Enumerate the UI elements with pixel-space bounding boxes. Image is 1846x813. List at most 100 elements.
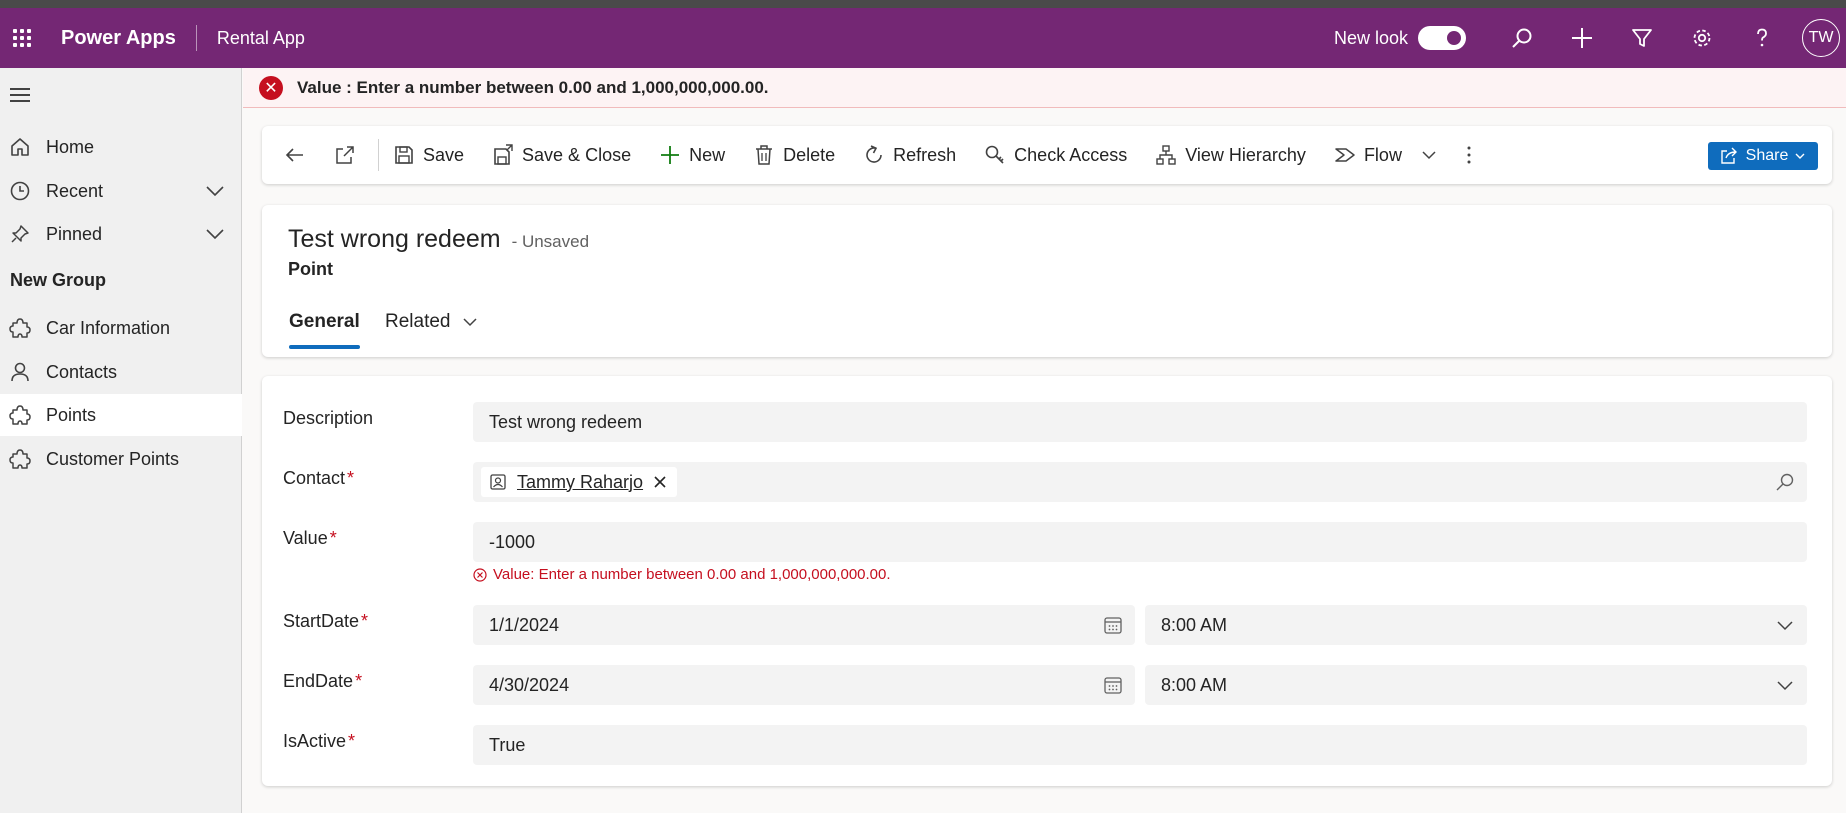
contact-name-link[interactable]: Tammy Raharjo bbox=[517, 472, 643, 493]
delete-button[interactable]: Delete bbox=[753, 126, 835, 184]
flow-button[interactable]: Flow bbox=[1334, 126, 1438, 184]
search-icon bbox=[1512, 28, 1532, 48]
is-active-label: IsActive * bbox=[283, 731, 355, 752]
chevron-down-icon bbox=[462, 318, 477, 327]
save-and-close-button[interactable]: Save & Close bbox=[492, 126, 631, 184]
contact-label: Contact * bbox=[283, 468, 354, 489]
save-close-icon bbox=[494, 144, 513, 165]
check-access-label: Check Access bbox=[1014, 144, 1128, 165]
app-name[interactable]: Power Apps bbox=[61, 27, 176, 50]
app-launcher-button[interactable] bbox=[0, 8, 44, 68]
value-label: Value * bbox=[283, 528, 337, 549]
more-vertical-icon bbox=[1467, 146, 1471, 164]
is-active-field[interactable]: True bbox=[473, 725, 1807, 765]
sidebar-item-recent[interactable]: Recent bbox=[0, 170, 242, 212]
contact-label-text: Contact bbox=[283, 468, 346, 488]
general-form-section: Description Test wrong redeem Contact * T… bbox=[262, 376, 1832, 786]
start-date-value: 1/1/2024 bbox=[489, 614, 560, 635]
save-label: Save bbox=[423, 144, 465, 165]
required-indicator: * bbox=[347, 468, 355, 488]
more-commands-button[interactable] bbox=[1458, 126, 1488, 184]
refresh-icon bbox=[866, 145, 882, 163]
new-look-toggle[interactable] bbox=[1418, 26, 1466, 50]
contact-lookup-pill[interactable]: Tammy Raharjo bbox=[481, 467, 678, 497]
sidebar-item-pinned[interactable]: Pinned bbox=[0, 213, 242, 255]
unsaved-status: - Unsaved bbox=[511, 232, 590, 251]
start-date-label-text: StartDate bbox=[283, 611, 360, 631]
pin-icon bbox=[7, 221, 33, 247]
tab-general[interactable]: General bbox=[289, 311, 360, 349]
description-field[interactable]: Test wrong redeem bbox=[473, 402, 1807, 442]
calendar-icon[interactable] bbox=[1103, 675, 1123, 695]
sidebar-item-customer-points[interactable]: Customer Points bbox=[0, 438, 242, 480]
share-button[interactable]: Share bbox=[1708, 142, 1818, 170]
search-icon[interactable] bbox=[1775, 472, 1795, 492]
tab-related-label: Related bbox=[385, 311, 451, 332]
end-date-value: 4/30/2024 bbox=[489, 674, 570, 695]
end-time-value: 8:00 AM bbox=[1161, 674, 1228, 695]
new-button[interactable]: New bbox=[659, 126, 725, 184]
clock-icon bbox=[7, 178, 33, 204]
waffle-icon bbox=[13, 29, 31, 47]
sidebar-item-car-information[interactable]: Car Information bbox=[0, 307, 242, 349]
calendar-icon[interactable] bbox=[1103, 615, 1123, 635]
end-date-label: EndDate * bbox=[283, 671, 362, 692]
trash-icon bbox=[756, 145, 773, 165]
value-field[interactable]: -1000 bbox=[473, 522, 1807, 562]
gear-icon bbox=[1693, 29, 1711, 47]
save-button[interactable]: Save bbox=[393, 126, 464, 184]
error-message[interactable]: Value : Enter a number between 0.00 and … bbox=[297, 78, 769, 98]
end-date-field[interactable]: 4/30/2024 bbox=[473, 665, 1135, 705]
user-avatar[interactable]: TW bbox=[1802, 19, 1840, 57]
filter-button[interactable] bbox=[1612, 8, 1672, 68]
start-time-dropdown[interactable]: 8:00 AM bbox=[1145, 605, 1807, 645]
contact-lookup-field[interactable]: Tammy Raharjo bbox=[473, 462, 1807, 502]
record-title-text: Test wrong redeem bbox=[288, 225, 501, 253]
save-close-label: Save & Close bbox=[522, 144, 632, 165]
help-button[interactable] bbox=[1732, 8, 1792, 68]
open-in-new-window-icon bbox=[336, 146, 354, 164]
chevron-down-icon bbox=[1777, 681, 1793, 691]
start-date-field[interactable]: 1/1/2024 bbox=[473, 605, 1135, 645]
sidebar-item-label: Points bbox=[46, 404, 97, 425]
puzzle-icon bbox=[7, 402, 33, 428]
chevron-down-icon[interactable] bbox=[1420, 146, 1438, 164]
add-button[interactable] bbox=[1552, 8, 1612, 68]
is-active-label-text: IsActive bbox=[283, 731, 347, 751]
sidebar-item-points[interactable]: Points bbox=[0, 394, 242, 436]
chevron-down-icon[interactable] bbox=[204, 180, 226, 202]
check-access-button[interactable]: Check Access bbox=[984, 126, 1127, 184]
hierarchy-icon bbox=[1156, 145, 1176, 165]
close-icon[interactable] bbox=[653, 475, 667, 489]
chevron-down-icon[interactable] bbox=[204, 223, 226, 245]
search-button[interactable] bbox=[1492, 8, 1552, 68]
share-label: Share bbox=[1745, 147, 1789, 164]
back-button[interactable] bbox=[284, 126, 314, 184]
tab-related[interactable]: Related bbox=[385, 311, 479, 333]
view-hierarchy-button[interactable]: View Hierarchy bbox=[1155, 126, 1306, 184]
browser-top-strip bbox=[0, 0, 1846, 8]
value-field-error: Value: Enter a number between 0.00 and 1… bbox=[473, 566, 891, 583]
new-label: New bbox=[689, 144, 726, 165]
sidebar-item-label: Customer Points bbox=[46, 448, 180, 469]
command-bar: Save Save & Close New Delete Refresh Che… bbox=[262, 126, 1832, 184]
sidebar-item-label: Recent bbox=[46, 180, 104, 201]
error-notification-bar: ✕ Value : Enter a number between 0.00 an… bbox=[243, 68, 1846, 108]
header-actions: New look TW bbox=[1334, 8, 1846, 68]
hamburger-menu-icon[interactable] bbox=[10, 88, 30, 108]
header-separator bbox=[195, 25, 197, 51]
app-subtitle[interactable]: Rental App bbox=[217, 28, 305, 49]
error-circle-icon bbox=[473, 567, 487, 582]
person-icon bbox=[7, 359, 33, 385]
home-icon bbox=[7, 134, 33, 160]
puzzle-icon bbox=[7, 446, 33, 472]
sidebar-item-contacts[interactable]: Contacts bbox=[0, 351, 242, 393]
flow-icon bbox=[1335, 148, 1355, 162]
refresh-button[interactable]: Refresh bbox=[863, 126, 956, 184]
required-indicator: * bbox=[361, 611, 369, 631]
settings-button[interactable] bbox=[1672, 8, 1732, 68]
open-in-new-window-button[interactable] bbox=[334, 126, 364, 184]
sidebar-item-home[interactable]: Home bbox=[0, 126, 242, 168]
chevron-down-icon bbox=[1777, 621, 1793, 631]
end-time-dropdown[interactable]: 8:00 AM bbox=[1145, 665, 1807, 705]
